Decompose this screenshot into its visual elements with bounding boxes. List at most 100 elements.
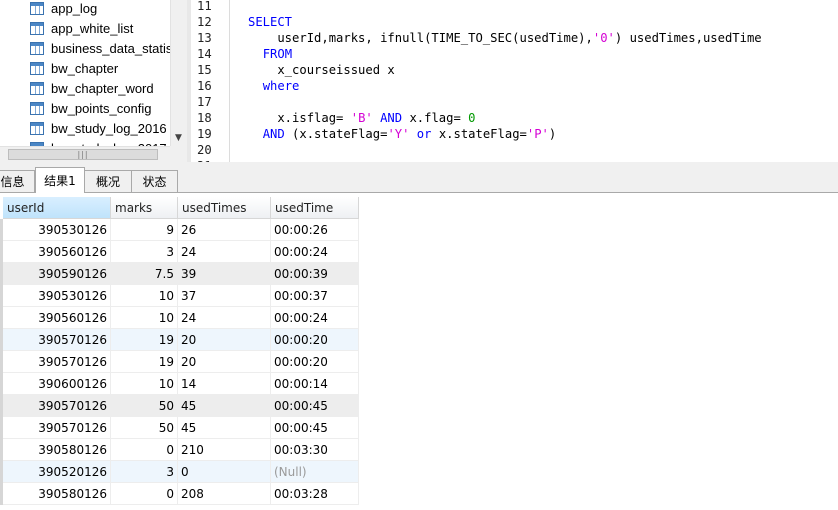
cell-userid[interactable]: 390570126	[3, 351, 111, 373]
table-row[interactable]: 390580126 0 208 00:03:28	[0, 483, 359, 505]
tree-item-label: bw_chapter	[51, 60, 119, 76]
sql-editor[interactable]: 11 12 SELECT 13 userId,marks, ifnull(TIME_T…	[191, 0, 838, 162]
code-line[interactable]: 18 x.isflag= 'B' AND x.flag= 0	[191, 110, 838, 126]
code-line[interactable]: 14 FROM	[191, 46, 838, 62]
code-line[interactable]: 13 userId,marks, ifnull(TIME_TO_SEC(used…	[191, 30, 838, 46]
table-row[interactable]: 390530126 9 26 00:00:26	[0, 219, 359, 241]
cell-userid[interactable]: 390560126	[3, 241, 111, 263]
code-line[interactable]: 16 where	[191, 78, 838, 94]
line-number: 11	[197, 0, 212, 13]
table-row[interactable]: 390600126 10 14 00:00:14	[0, 373, 359, 395]
cell-usedtime[interactable]: 00:00:20	[271, 351, 359, 373]
horizontal-scroll-thumb[interactable]: |||	[8, 149, 158, 160]
cell-userid[interactable]: 390590126	[3, 263, 111, 285]
tree-item-business-data-statis[interactable]: business_data_statis	[30, 38, 172, 58]
tree-item-app-white-list[interactable]: app_white_list	[30, 18, 133, 38]
tree-item-bw-study-log-2016[interactable]: bw_study_log_2016	[30, 118, 167, 138]
tab-status[interactable]: 状态	[131, 170, 178, 192]
table-row[interactable]: 390580126 0 210 00:03:30	[0, 439, 359, 461]
cell-userid[interactable]: 390580126	[3, 439, 111, 461]
cell-usedtime[interactable]: 00:00:45	[271, 417, 359, 439]
table-row[interactable]: 390570126 50 45 00:00:45	[0, 417, 359, 439]
cell-userid[interactable]: 390530126	[3, 285, 111, 307]
cell-marks[interactable]: 0	[111, 439, 178, 461]
table-row[interactable]: 390590126 7.5 39 00:00:39	[0, 263, 359, 285]
code-line[interactable]: 17	[191, 94, 838, 110]
cell-usedtime[interactable]: 00:00:39	[271, 263, 359, 285]
result-grid: userId marks usedTimes usedTime 390530126 9 2…	[0, 193, 838, 510]
cell-marks[interactable]: 19	[111, 329, 178, 351]
table-row[interactable]: 390530126 10 37 00:00:37	[0, 285, 359, 307]
cell-userid[interactable]: 390520126	[3, 461, 111, 483]
cell-userid[interactable]: 390570126	[3, 417, 111, 439]
header-userid[interactable]: userId	[3, 197, 111, 219]
code-line[interactable]: 15 x_courseissued x	[191, 62, 838, 78]
cell-usedtime[interactable]: 00:00:24	[271, 307, 359, 329]
cell-usedtimes[interactable]: 45	[178, 395, 271, 417]
cell-marks[interactable]: 7.5	[111, 263, 178, 285]
header-usedtimes[interactable]: usedTimes	[178, 197, 271, 219]
cell-usedtimes[interactable]: 0	[178, 461, 271, 483]
cell-usedtime[interactable]: 00:00:20	[271, 329, 359, 351]
cell-usedtime[interactable]: 00:00:24	[271, 241, 359, 263]
cell-userid[interactable]: 390570126	[3, 329, 111, 351]
tree-item-app-log[interactable]: app_log	[30, 0, 97, 18]
tree-item-label: app_log	[51, 0, 98, 16]
cell-userid[interactable]: 390560126	[3, 307, 111, 329]
cell-usedtime[interactable]: 00:00:37	[271, 285, 359, 307]
table-row[interactable]: 390570126 19 20 00:00:20	[0, 351, 359, 373]
table-row[interactable]: 390570126 50 45 00:00:45	[0, 395, 359, 417]
cell-marks[interactable]: 9	[111, 219, 178, 241]
cell-userid[interactable]: 390530126	[3, 219, 111, 241]
tree-item-bw-chapter-word[interactable]: bw_chapter_word	[30, 78, 154, 98]
tree-item-bw-points-config[interactable]: bw_points_config	[30, 98, 151, 118]
cell-marks[interactable]: 3	[111, 241, 178, 263]
table-row[interactable]: 390570126 19 20 00:00:20	[0, 329, 359, 351]
tree-horizontal-scrollbar[interactable]: |||	[0, 146, 170, 162]
cell-usedtimes[interactable]: 20	[178, 329, 271, 351]
cell-usedtimes[interactable]: 208	[178, 483, 271, 505]
cell-usedtimes[interactable]: 14	[178, 373, 271, 395]
tab-overview[interactable]: 概况	[84, 170, 132, 192]
tree-item-bw-chapter[interactable]: bw_chapter	[30, 58, 118, 78]
cell-marks[interactable]: 50	[111, 395, 178, 417]
cell-usedtimes[interactable]: 39	[178, 263, 271, 285]
cell-userid[interactable]: 390600126	[3, 373, 111, 395]
cell-usedtimes[interactable]: 26	[178, 219, 271, 241]
cell-userid[interactable]: 390570126	[3, 395, 111, 417]
table-row[interactable]: 390560126 10 24 00:00:24	[0, 307, 359, 329]
tree-vertical-scrollbar[interactable]: ▼	[170, 0, 187, 146]
tab-result1[interactable]: 结果1	[35, 167, 85, 193]
table-row[interactable]: 390560126 3 24 00:00:24	[0, 241, 359, 263]
cell-usedtimes[interactable]: 24	[178, 307, 271, 329]
cell-marks[interactable]: 10	[111, 307, 178, 329]
cell-usedtime[interactable]: 00:00:14	[271, 373, 359, 395]
cell-usedtime[interactable]: 00:03:28	[271, 483, 359, 505]
scroll-down-arrow-icon[interactable]: ▼	[175, 133, 182, 143]
tab-info[interactable]: 信息	[0, 170, 35, 192]
cell-marks[interactable]: 50	[111, 417, 178, 439]
cell-usedtime[interactable]: (Null)	[271, 461, 359, 483]
header-marks[interactable]: marks	[111, 197, 178, 219]
code-line[interactable]: 12 SELECT	[191, 14, 838, 30]
cell-usedtime[interactable]: 00:03:30	[271, 439, 359, 461]
code-line[interactable]: 11	[191, 0, 838, 14]
cell-marks[interactable]: 19	[111, 351, 178, 373]
cell-usedtimes[interactable]: 210	[178, 439, 271, 461]
cell-usedtime[interactable]: 00:00:26	[271, 219, 359, 241]
cell-userid[interactable]: 390580126	[3, 483, 111, 505]
cell-usedtimes[interactable]: 24	[178, 241, 271, 263]
cell-usedtimes[interactable]: 37	[178, 285, 271, 307]
code-line[interactable]: 20	[191, 142, 838, 158]
cell-usedtimes[interactable]: 45	[178, 417, 271, 439]
table-row[interactable]: 390520126 3 0 (Null)	[0, 461, 359, 483]
code-line[interactable]: 19 AND (x.stateFlag='Y' or x.stateFlag='…	[191, 126, 838, 142]
header-usedtime[interactable]: usedTime	[271, 197, 359, 219]
cell-usedtimes[interactable]: 20	[178, 351, 271, 373]
cell-marks[interactable]: 0	[111, 483, 178, 505]
cell-marks[interactable]: 10	[111, 285, 178, 307]
line-number: 19	[197, 127, 212, 141]
cell-marks[interactable]: 3	[111, 461, 178, 483]
cell-marks[interactable]: 10	[111, 373, 178, 395]
cell-usedtime[interactable]: 00:00:45	[271, 395, 359, 417]
